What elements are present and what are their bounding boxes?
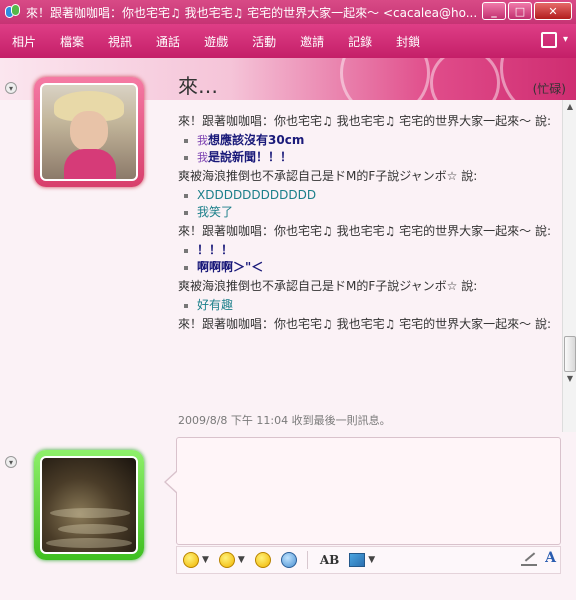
custom-emoticon: 我 [197,151,208,164]
conversation-history[interactable]: 來！跟著咖咖唱：你也宅宅♫ 我也宅宅♫ 宅宅的世界大家一起來～ 說: 我想應該沒… [178,113,560,429]
message-list: 好有趣 [178,297,560,314]
wink-icon [218,552,235,568]
menu-options-icon[interactable] [540,32,557,48]
message-line: 我笑了 [178,204,560,221]
message-list: 我想應該沒有30cm 我是說新聞！！！ [178,132,560,166]
collapse-bottom-icon[interactable]: ▾ [5,456,17,468]
contact-name: 來… [178,74,218,98]
message-line: 好有趣 [178,297,560,314]
menu-item-files[interactable]: 檔案 [48,24,96,58]
message-text: 想應該沒有30cm [208,133,305,147]
user-photo [40,456,138,554]
menu-more[interactable]: ▾ [540,32,568,48]
voice-clip-icon [280,552,297,568]
message-text: 啊啊啊＞"＜ [197,260,264,274]
text-mode-icon[interactable]: A [545,550,556,566]
message-list: ！！！ 啊啊啊＞"＜ [178,242,560,276]
menu-item-history[interactable]: 記錄 [336,24,384,58]
menu-item-photos[interactable]: 相片 [0,24,48,58]
message-line: 啊啊啊＞"＜ [178,259,560,276]
menu-item-invite[interactable]: 邀請 [288,24,336,58]
message-sender: 來！跟著咖咖唱：你也宅宅♫ 我也宅宅♫ 宅宅的世界大家一起來～ 說: [178,114,552,128]
menu-item-block[interactable]: 封鎖 [384,24,432,58]
voice-clip-button[interactable] [277,549,301,571]
chevron-down-icon: ▼ [237,555,245,565]
input-pointer-fill [166,471,178,493]
chat-scrollbar[interactable]: ▲ ▼ [562,100,576,432]
contact-photo [40,83,138,181]
message-sender: 爽被海浪推倒也不承認自己是ドM的F子說ジャンボ☆ 說: [178,169,478,183]
message-input[interactable] [176,437,561,545]
font-button[interactable]: AB [316,549,343,571]
background-icon [349,553,366,567]
toolbar-divider [306,551,308,569]
background-button[interactable]: ▼ [345,549,379,571]
wink-button[interactable]: ▼ [215,549,249,571]
font-icon: AB [319,553,340,567]
swirl-decoration [340,58,430,100]
compose-toolbar: ▼ ▼ AB ▼ A [176,546,561,574]
message-sender: 來！跟著咖咖唱：你也宅宅♫ 我也宅宅♫ 宅宅的世界大家一起來～ 說: [178,317,552,331]
message-sender: 爽被海浪推倒也不承認自己是ドM的F子說ジャンボ☆ 說: [178,279,478,293]
menu-item-call[interactable]: 通話 [144,24,192,58]
scroll-thumb[interactable] [564,336,576,372]
message-text: 我笑了 [197,205,234,219]
menu-bar: 相片 檔案 視訊 通話 遊戲 活動 邀請 記錄 封鎖 ▾ [0,24,576,58]
user-avatar[interactable] [34,450,144,560]
menu-item-games[interactable]: 遊戲 [192,24,240,58]
collapse-top-icon[interactable]: ▾ [5,82,17,94]
last-message-status: 2009/8/8 下午 11:04 收到最後一則訊息。 [178,414,391,427]
chevron-down-icon: ▼ [368,555,376,565]
window-controls: _ □ ✕ [482,2,572,20]
close-button[interactable]: ✕ [534,2,572,20]
handwriting-icon[interactable] [521,550,538,566]
message-text: ！！！ [197,243,234,257]
message-text: 好有趣 [197,298,234,312]
message-sender: 來！跟著咖咖唱：你也宅宅♫ 我也宅宅♫ 宅宅的世界大家一起來～ 說: [178,224,552,238]
custom-emoticon: 我 [197,134,208,147]
scroll-down-icon[interactable]: ▼ [565,374,575,384]
chevron-down-icon: ▼ [202,555,209,565]
nudge-button[interactable] [251,549,275,571]
contact-avatar[interactable] [34,77,144,187]
smiley-icon [183,552,199,568]
message-text: 是說新聞！！！ [208,150,293,164]
nudge-icon [254,552,271,568]
message-line: ！！！ [178,242,560,259]
toolbar-right: A [521,550,556,566]
scroll-up-icon[interactable]: ▲ [565,102,575,112]
message-line: XDDDDDDDDDDDD [178,187,560,204]
messenger-icon [4,3,22,21]
message-list: XDDDDDDDDDDDD 我笑了 [178,187,560,221]
menu-item-activities[interactable]: 活動 [240,24,288,58]
message-line: 我是說新聞！！！ [178,149,560,166]
emoticon-button[interactable]: ▼ [179,549,213,571]
menu-item-video[interactable]: 視訊 [96,24,144,58]
message-line: 我想應該沒有30cm [178,132,560,149]
window-title: 來！跟著咖咖唱：你也宅宅♫ 我也宅宅♫ 宅宅的世界大家一起來～ <cacalea… [26,5,478,20]
menu-more-caret[interactable]: ▾ [563,32,568,48]
maximize-button[interactable]: □ [508,2,532,20]
message-text: XDDDDDDDDDDDD [197,188,317,202]
swirl-decoration [430,58,500,100]
minimize-button[interactable]: _ [482,2,506,20]
contact-status: (忙碌) [532,82,566,96]
title-bar: 來！跟著咖咖唱：你也宅宅♫ 我也宅宅♫ 宅宅的世界大家一起來～ <cacalea… [0,0,576,24]
